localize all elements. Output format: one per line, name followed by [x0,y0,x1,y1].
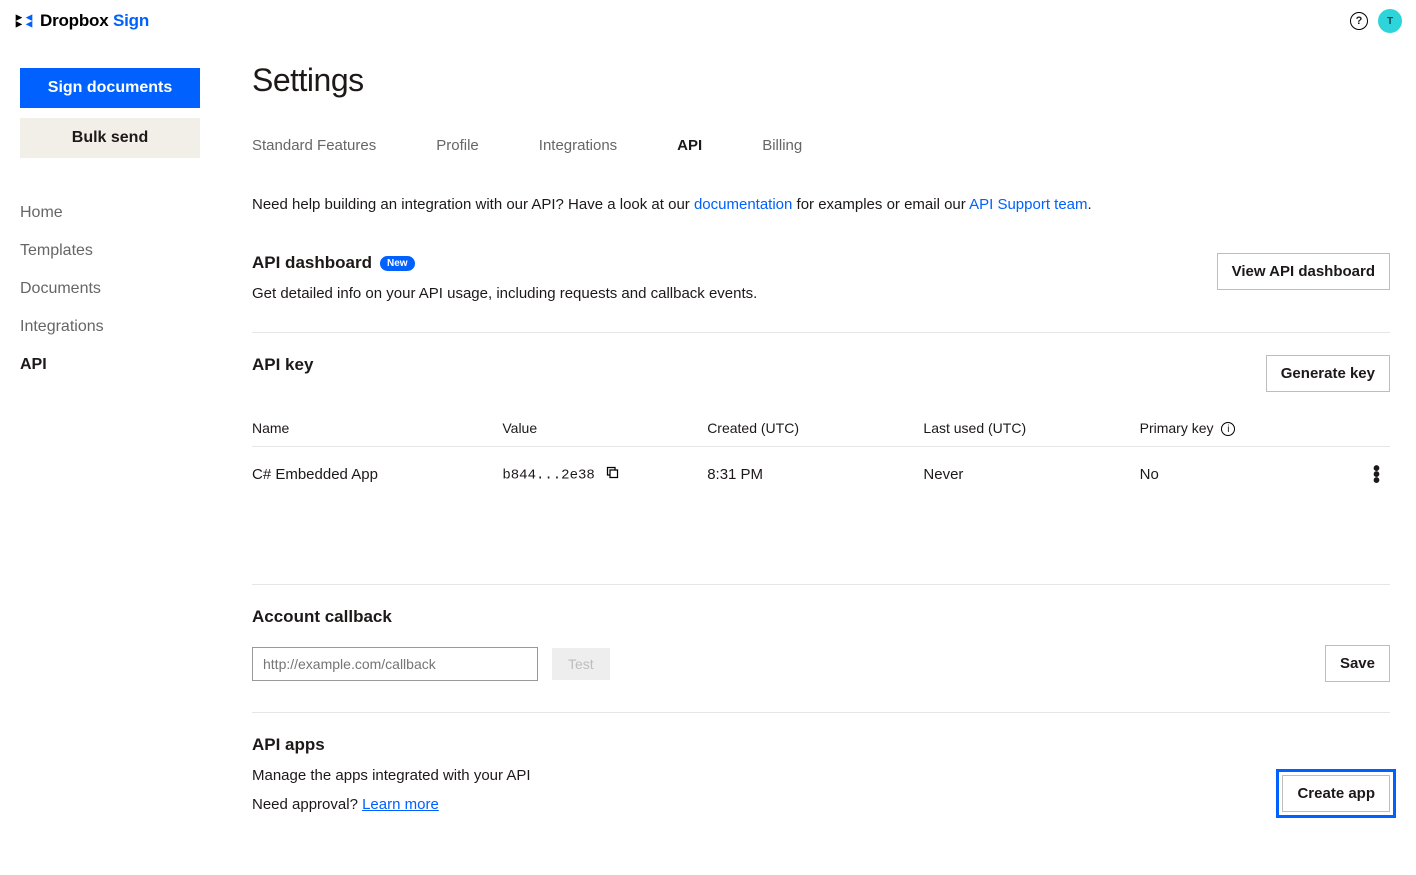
col-lastused: Last used (UTC) [923,410,1139,447]
col-value: Value [502,410,707,447]
sign-documents-button[interactable]: Sign documents [20,68,200,108]
create-app-button[interactable]: Create app [1282,775,1390,812]
logo-text: Dropbox Sign [40,11,149,31]
generate-key-button[interactable]: Generate key [1266,355,1390,392]
save-button[interactable]: Save [1325,645,1390,682]
tab-profile[interactable]: Profile [436,137,479,154]
view-api-dashboard-button[interactable]: View API dashboard [1217,253,1390,290]
api-key-title: API key [252,355,313,375]
table-row: C# Embedded App b844...2e38 8:31 PM [252,447,1390,495]
section-api-dashboard: API dashboard New Get detailed info on y… [252,253,1390,333]
key-value: b844...2e38 [502,468,594,484]
callback-url-input[interactable] [252,647,538,681]
api-apps-title: API apps [252,735,531,755]
sidebar: Sign documents Bulk send Home Templates … [0,42,230,875]
approval-text: Need approval? [252,796,362,813]
api-key-table: Name Value Created (UTC) Last used (UTC)… [252,410,1390,494]
help-text: Need help building an integration with o… [252,196,1390,213]
page-title: Settings [252,62,1390,99]
api-dashboard-title: API dashboard [252,253,372,273]
documentation-link[interactable]: documentation [694,196,792,213]
col-primary: Primary key i [1140,410,1345,447]
kebab-menu-icon[interactable]: ••• [1344,466,1390,484]
new-badge: New [380,256,415,271]
dropbox-sign-logo-icon [14,11,34,31]
tab-billing[interactable]: Billing [762,137,802,154]
info-icon[interactable]: i [1221,422,1235,436]
help-icon[interactable]: ? [1350,12,1368,30]
copy-icon[interactable] [605,465,620,484]
nav-documents[interactable]: Documents [20,270,210,308]
col-name: Name [252,410,502,447]
key-created: 8:31 PM [707,447,923,495]
nav-home[interactable]: Home [20,194,210,232]
avatar[interactable]: T [1378,9,1402,33]
nav-templates[interactable]: Templates [20,232,210,270]
col-created: Created (UTC) [707,410,923,447]
tab-api[interactable]: API [677,137,702,154]
section-api-key: API key Generate key Name Value Created … [252,355,1390,585]
nav-api[interactable]: API [20,346,210,384]
key-primary: No [1140,447,1345,495]
main-content: Settings Standard Features Profile Integ… [230,42,1400,875]
api-apps-desc: Manage the apps integrated with your API [252,767,531,784]
learn-more-link[interactable]: Learn more [362,796,439,813]
section-api-apps: API apps Manage the apps integrated with… [252,735,1390,813]
sidebar-nav: Home Templates Documents Integrations AP… [20,194,210,384]
api-dashboard-desc: Get detailed info on your API usage, inc… [252,285,757,302]
nav-integrations[interactable]: Integrations [20,308,210,346]
bulk-send-button[interactable]: Bulk send [20,118,200,158]
api-support-link[interactable]: API Support team [969,196,1087,213]
tab-integrations[interactable]: Integrations [539,137,617,154]
section-account-callback: Account callback Test Save [252,607,1390,713]
key-name: C# Embedded App [252,447,502,495]
key-lastused: Never [923,447,1139,495]
test-button: Test [552,648,610,680]
settings-tabs: Standard Features Profile Integrations A… [252,137,1390,154]
account-callback-title: Account callback [252,607,1390,627]
logo[interactable]: Dropbox Sign [8,11,149,31]
tab-standard-features[interactable]: Standard Features [252,137,376,154]
